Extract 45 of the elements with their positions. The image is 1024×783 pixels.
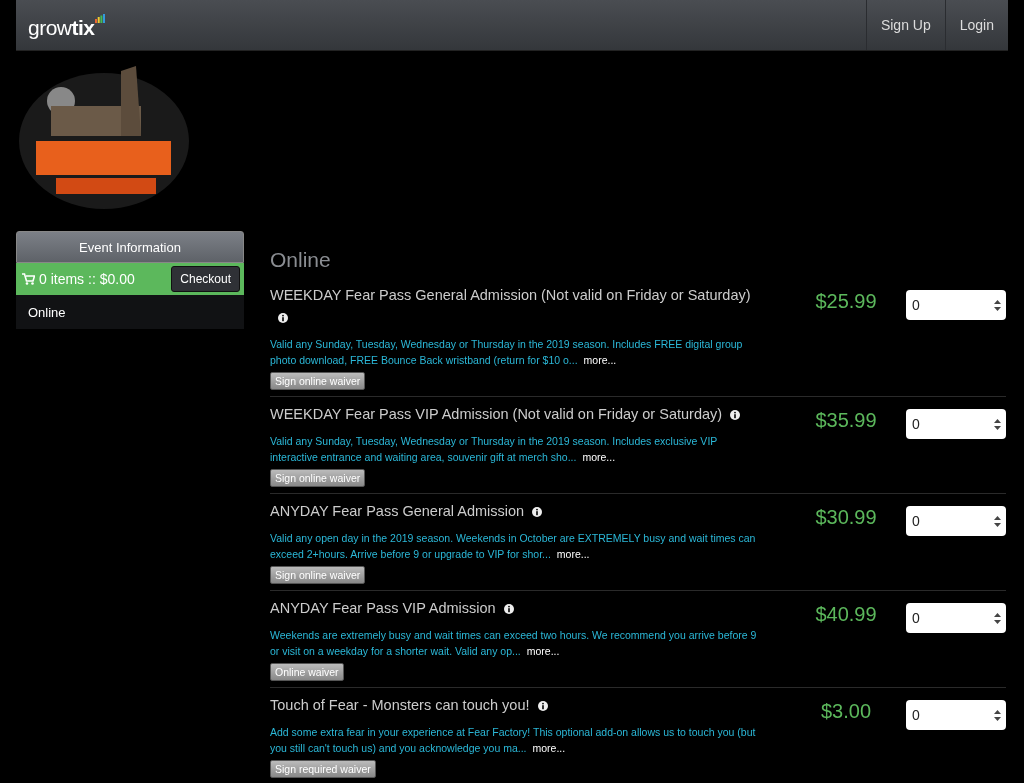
- ticket-price: $3.00: [819, 700, 873, 724]
- nav-link[interactable]: Sign Up: [865, 0, 945, 50]
- info-icon[interactable]: [532, 507, 543, 518]
- stepper-arrows-icon: [994, 709, 1001, 721]
- more-link[interactable]: more...: [582, 451, 616, 463]
- ticket-title: ANYDAY Fear Pass VIP Admission: [270, 597, 766, 619]
- ticket-title: WEEKDAY Fear Pass VIP Admission (Not valid on Friday or Saturday): [270, 403, 766, 425]
- cart-icon: [22, 273, 35, 285]
- more-link[interactable]: more...: [556, 548, 590, 560]
- info-icon[interactable]: [537, 701, 548, 712]
- stepper-arrows-icon: [994, 418, 1001, 430]
- sidebar-item[interactable]: Online: [16, 295, 244, 329]
- more-link[interactable]: more...: [583, 354, 617, 366]
- ticket-description: Valid any Sunday, Tuesday, Wednesday or Thursday in the 2019 season. Includes FREE digital group photo download, FREE Bounce Back wristband (return for $10 o... more...: [270, 337, 744, 368]
- quantity-select[interactable]: 0: [906, 506, 1006, 536]
- more-link[interactable]: more...: [532, 742, 566, 754]
- ticket-price: $40.99: [814, 603, 878, 627]
- ticket-description: Valid any open day in the 2019 season. Weekends in October are EXTREMELY busy and wait times can exceed 2+hours. Arrive before 9 or upgrade to VIP for shor... more...: [270, 531, 757, 562]
- quantity-select[interactable]: 0: [906, 290, 1006, 320]
- ticket-price: $30.99: [814, 506, 878, 530]
- brand-logo[interactable]: growtix: [28, 16, 105, 40]
- ticket-price: $35.99: [814, 409, 878, 433]
- event-information-header[interactable]: Event Information: [16, 231, 244, 263]
- quantity-select[interactable]: 0: [906, 409, 1006, 439]
- stepper-arrows-icon: [994, 612, 1001, 624]
- bar-chart-icon: [94, 14, 105, 23]
- checkout-button[interactable]: Checkout: [171, 266, 240, 292]
- quantity-select[interactable]: 0: [906, 700, 1006, 730]
- ticket-price: $25.99: [814, 290, 878, 314]
- ticket-description: Valid any Sunday, Tuesday, Wednesday or Thursday in the 2019 season. Includes exclusive VIP interactive entrance and waiting area, souvenir gift at merch sho... more...: [270, 434, 719, 465]
- ticket-title: WEEKDAY Fear Pass General Admission (Not valid on Friday or Saturday): [270, 284, 766, 328]
- quantity-select[interactable]: 0: [906, 603, 1006, 633]
- stepper-arrows-icon: [994, 299, 1001, 311]
- ticket-description: Weekends are extremely busy and wait times can exceed two hours. We recommend you arrive before 9 or visit on a weekday for a shorter wait. Valid any op... more...: [270, 628, 758, 659]
- info-icon[interactable]: [278, 313, 288, 324]
- nav-link[interactable]: Login: [944, 0, 1008, 50]
- ticket-title: Touch of Fear - Monsters can touch you!: [270, 694, 766, 716]
- more-link[interactable]: more...: [526, 645, 560, 657]
- ticket-title: ANYDAY Fear Pass General Admission: [270, 500, 766, 522]
- cart-total: 0 items :: $0.00: [39, 271, 135, 287]
- section-heading: Online: [270, 248, 332, 272]
- info-icon[interactable]: [730, 410, 741, 421]
- info-icon[interactable]: [503, 604, 514, 615]
- ticket-description: Add some extra fear in your experience at Fear Factory! This optional add-on allows us to touch you (but you still can't touch us) and you acknowledge you ma... more...: [270, 725, 757, 756]
- stepper-arrows-icon: [994, 515, 1001, 527]
